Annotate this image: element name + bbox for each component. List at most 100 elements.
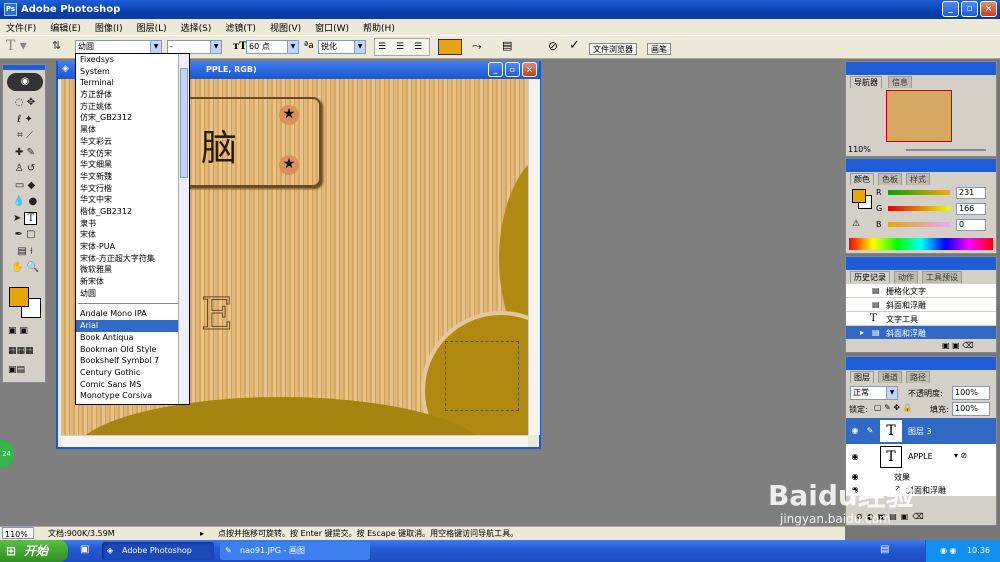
magic-wand-tool-icon[interactable]: ✦ (24, 114, 32, 125)
g-slider[interactable] (888, 206, 950, 211)
color-foreground-swatch[interactable] (852, 189, 866, 203)
foreground-color-swatch[interactable] (9, 287, 29, 307)
tab-styles[interactable]: 样式 (906, 173, 930, 185)
lasso-tool-icon[interactable]: ℓ (17, 114, 21, 125)
history-item[interactable]: T 文字工具 (846, 312, 996, 325)
marquee-tool-icon[interactable]: ◌ (15, 97, 24, 108)
gamut-warning-icon[interactable]: ⚠ (852, 219, 860, 229)
commit-edit-icon[interactable]: ✓ (569, 38, 580, 53)
healing-tool-icon[interactable]: ✚ (15, 147, 23, 158)
move-tool-icon[interactable]: ✥ (27, 97, 35, 108)
g-value-input[interactable]: 166 (956, 203, 986, 215)
font-option[interactable]: 宋体-方正超大字符集 (76, 253, 189, 265)
align-center-icon[interactable]: ☰ (396, 42, 404, 52)
history-actions-icons[interactable]: ▣ ▣ ⌫ (942, 341, 974, 350)
vertical-scrollbar[interactable] (528, 79, 540, 435)
font-family-dropdown[interactable]: Fixedsys System Terminal 方正舒体 方正姚体 仿宋_GB2312 黑… (75, 53, 190, 405)
tab-actions[interactable]: 动作 (894, 271, 918, 283)
font-family-select[interactable]: 幼圆 ▼ (75, 40, 162, 54)
zoom-tool-icon[interactable]: 🔍 (27, 262, 39, 273)
task-photoshop[interactable]: ◈ Adobe Photoshop (102, 542, 214, 560)
eye-logo-icon[interactable]: ◉ (7, 73, 43, 91)
tab-layers[interactable]: 图层 (850, 371, 874, 383)
screen-mode-icons[interactable]: ▦▦▦ (8, 346, 42, 358)
start-button[interactable]: ⊞ 开始 (0, 540, 68, 562)
font-option[interactable]: 华文行楷 (76, 183, 189, 195)
tray-network-icon[interactable]: ▤ (880, 544, 889, 555)
eyedropper-tool-icon[interactable]: ⟊ (30, 246, 33, 257)
brush-link-icon[interactable]: ✎ (864, 425, 876, 437)
menu-edit[interactable]: 编辑(E) (50, 21, 81, 34)
font-option[interactable]: 黑体 (76, 124, 189, 136)
font-option[interactable]: 华文彩云 (76, 136, 189, 148)
font-option[interactable]: 华文细黑 (76, 159, 189, 171)
shape-tool-icon[interactable]: ▢ (26, 229, 35, 240)
font-option[interactable]: 宋体-PUA (76, 241, 189, 253)
font-option[interactable]: 微软雅黑 (76, 264, 189, 276)
doc-close-button[interactable]: × (522, 62, 537, 77)
layer-effects-icon[interactable]: ▾ ⊘ (954, 451, 967, 460)
doc-minimize-button[interactable]: _ (488, 62, 503, 77)
font-option[interactable]: 隶书 (76, 218, 189, 230)
status-arrow-icon[interactable]: ▸ (200, 527, 204, 540)
font-option[interactable]: 新宋体 (76, 276, 189, 288)
history-item[interactable]: ▤ 栅格化文字 (846, 284, 996, 297)
font-option[interactable]: Comic Sans MS (76, 379, 189, 391)
path-select-tool-icon[interactable]: ➤ (13, 213, 21, 224)
show-desktop-icon[interactable]: ▣ (80, 544, 89, 555)
tab-swatches[interactable]: 色板 (878, 173, 902, 185)
slice-tool-icon[interactable]: ⟋ (26, 130, 33, 141)
task-paint[interactable]: ✎ nao91.JPG - 画图 (220, 542, 370, 560)
font-option[interactable]: 华文新魏 (76, 171, 189, 183)
font-size-select[interactable]: 60 点 ▼ (246, 40, 299, 54)
history-brush-icon[interactable]: ↺ (27, 163, 35, 174)
tab-navigator[interactable]: 导航器 (850, 76, 882, 88)
font-style-select[interactable]: - ▼ (167, 40, 222, 54)
warp-text-icon[interactable]: ⤳ (472, 39, 482, 54)
font-option[interactable]: Bookman Old Style (76, 344, 189, 356)
tab-tool-presets[interactable]: 工具预设 (922, 271, 962, 283)
brush-tool-icon[interactable]: ✎ (27, 147, 35, 158)
file-browser-tab[interactable]: 文件浏览器 (589, 43, 637, 55)
tab-channels[interactable]: 通道 (878, 371, 902, 383)
jump-to-imageready-icon[interactable]: ▣▤ (8, 365, 42, 377)
brushes-tab[interactable]: 画笔 (647, 43, 671, 55)
blend-mode-select[interactable]: 正常 ▼ (850, 386, 898, 400)
dodge-tool-icon[interactable]: ● (28, 196, 37, 207)
font-option[interactable]: 楷体_GB2312 (76, 206, 189, 218)
menu-help[interactable]: 帮助(H) (363, 21, 395, 34)
font-option-selected[interactable]: Arial (76, 320, 189, 332)
tab-paths[interactable]: 路径 (906, 371, 930, 383)
text-color-swatch[interactable] (438, 39, 462, 55)
font-option[interactable]: Book Antiqua (76, 332, 189, 344)
fill-input[interactable]: 100% (952, 402, 990, 416)
visibility-eye-icon[interactable]: ◉ (849, 425, 861, 437)
menu-image[interactable]: 图像(I) (95, 21, 123, 34)
menu-window[interactable]: 窗口(W) (315, 21, 349, 34)
close-button[interactable]: × (980, 1, 997, 17)
navigator-zoom[interactable]: 110% (848, 145, 888, 154)
font-list-scroll-thumb[interactable] (180, 68, 188, 178)
cancel-edit-icon[interactable]: ⊘ (548, 39, 558, 53)
stamp-tool-icon[interactable]: ♙ (15, 163, 24, 174)
crop-tool-icon[interactable]: ⌗ (17, 130, 23, 141)
anti-alias-select[interactable]: 锐化 ▼ (318, 40, 366, 54)
font-option[interactable]: 华文中宋 (76, 194, 189, 206)
navigator-thumbnail[interactable] (886, 90, 952, 142)
tab-info[interactable]: 信息 (888, 76, 912, 88)
notes-tool-icon[interactable]: ▤ (17, 246, 26, 257)
layer-row-selected[interactable]: ◉ ✎ T 图层 3 (846, 418, 996, 444)
font-option[interactable]: 宋体 (76, 229, 189, 241)
tab-history[interactable]: 历史记录 (850, 271, 890, 283)
lock-icons[interactable]: ▢ ✎ ✥ 🔒 (874, 403, 913, 412)
menu-layer[interactable]: 图层(L) (137, 21, 167, 34)
align-right-icon[interactable]: ☰ (414, 42, 422, 52)
r-slider[interactable] (888, 190, 950, 195)
type-tool-preset-icon[interactable]: T ▾ (6, 38, 36, 56)
menu-filter[interactable]: 滤镜(T) (225, 21, 256, 34)
eraser-tool-icon[interactable]: ▭ (15, 180, 24, 191)
palettes-toggle-icon[interactable]: ▤ (502, 39, 512, 52)
font-option[interactable]: Bookshelf Symbol 7 (76, 355, 189, 367)
b-slider[interactable] (888, 222, 950, 227)
pen-tool-icon[interactable]: ✒ (14, 229, 22, 240)
